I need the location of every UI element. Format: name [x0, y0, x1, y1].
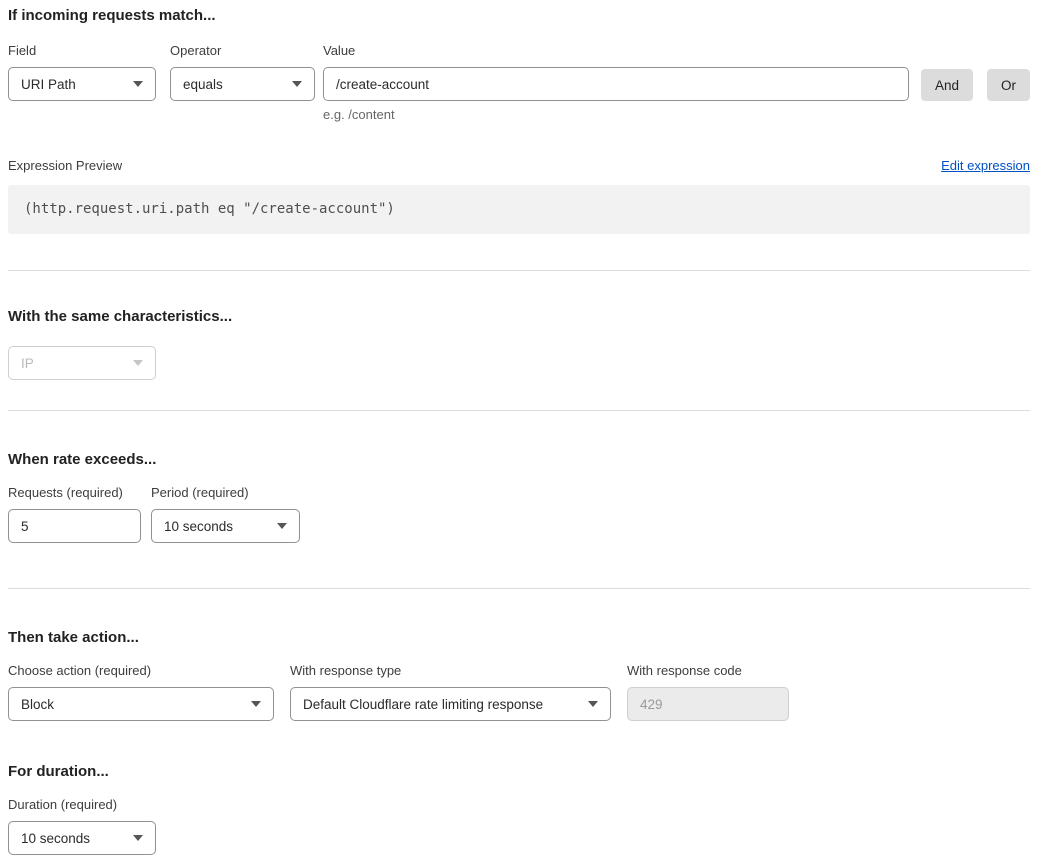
period-column: Period (required) 10 seconds [151, 485, 300, 543]
expression-code-box: (http.request.uri.path eq "/create-accou… [8, 185, 1030, 234]
chevron-down-icon [588, 701, 598, 707]
field-select-value: URI Path [21, 77, 76, 92]
response-code-column: With response code [627, 663, 789, 721]
response-code-input [627, 687, 789, 721]
operator-select-value: equals [183, 77, 223, 92]
match-section-title: If incoming requests match... [8, 7, 1030, 25]
choose-action-label: Choose action (required) [8, 663, 274, 679]
requests-label: Requests (required) [8, 485, 141, 501]
chevron-down-icon [133, 81, 143, 87]
expression-preview-label: Expression Preview [8, 158, 122, 173]
characteristics-section: With the same characteristics... IP [8, 308, 1030, 380]
operator-select[interactable]: equals [170, 67, 315, 101]
action-section: Then take action... Choose action (requi… [8, 629, 1030, 721]
choose-action-select[interactable]: Block [8, 687, 274, 721]
response-code-label: With response code [627, 663, 789, 679]
rate-row: Requests (required) Period (required) 10… [8, 485, 1030, 543]
match-row: Field URI Path Operator equals Value e.g… [8, 43, 1030, 122]
chevron-down-icon [133, 835, 143, 841]
section-divider [8, 410, 1030, 411]
duration-column: Duration (required) 10 seconds [8, 797, 156, 855]
duration-section: For duration... Duration (required) 10 s… [8, 763, 1030, 855]
expression-preview-header: Expression Preview Edit expression [8, 158, 1030, 173]
requests-input[interactable] [8, 509, 141, 543]
operator-column: Operator equals [170, 43, 315, 101]
response-type-column: With response type Default Cloudflare ra… [290, 663, 611, 721]
characteristics-select-value: IP [21, 356, 34, 371]
rate-section: When rate exceeds... Requests (required)… [8, 451, 1030, 543]
expression-preview-section: Expression Preview Edit expression (http… [8, 158, 1030, 234]
and-button[interactable]: And [921, 69, 973, 101]
chevron-down-icon [133, 360, 143, 366]
edit-expression-link[interactable]: Edit expression [941, 158, 1030, 173]
or-column: Or [987, 43, 1030, 101]
chevron-down-icon [292, 81, 302, 87]
duration-label: Duration (required) [8, 797, 156, 813]
match-section: If incoming requests match... Field URI … [8, 7, 1030, 122]
period-select[interactable]: 10 seconds [151, 509, 300, 543]
duration-select-value: 10 seconds [21, 831, 90, 846]
requests-column: Requests (required) [8, 485, 141, 543]
characteristics-section-title: With the same characteristics... [8, 308, 1030, 326]
duration-section-title: For duration... [8, 763, 1030, 781]
response-type-label: With response type [290, 663, 611, 679]
section-divider [8, 588, 1030, 589]
period-select-value: 10 seconds [164, 519, 233, 534]
rate-limiting-rule-form: If incoming requests match... Field URI … [0, 0, 1048, 863]
duration-select[interactable]: 10 seconds [8, 821, 156, 855]
characteristics-select: IP [8, 346, 156, 380]
response-type-select-value: Default Cloudflare rate limiting respons… [303, 697, 543, 712]
action-section-title: Then take action... [8, 629, 1030, 647]
value-input[interactable] [323, 67, 909, 101]
characteristics-column: IP [8, 346, 156, 380]
choose-action-select-value: Block [21, 697, 54, 712]
value-column: Value e.g. /content [323, 43, 909, 122]
period-label: Period (required) [151, 485, 300, 501]
value-hint: e.g. /content [323, 107, 909, 122]
field-column: Field URI Path [8, 43, 156, 101]
response-type-select[interactable]: Default Cloudflare rate limiting respons… [290, 687, 611, 721]
section-divider [8, 270, 1030, 271]
chevron-down-icon [251, 701, 261, 707]
field-select[interactable]: URI Path [8, 67, 156, 101]
or-button[interactable]: Or [987, 69, 1030, 101]
choose-action-column: Choose action (required) Block [8, 663, 274, 721]
and-column: And [921, 43, 973, 101]
operator-label: Operator [170, 43, 315, 59]
chevron-down-icon [277, 523, 287, 529]
value-label: Value [323, 43, 909, 59]
action-row: Choose action (required) Block With resp… [8, 663, 1030, 721]
field-label: Field [8, 43, 156, 59]
rate-section-title: When rate exceeds... [8, 451, 1030, 469]
